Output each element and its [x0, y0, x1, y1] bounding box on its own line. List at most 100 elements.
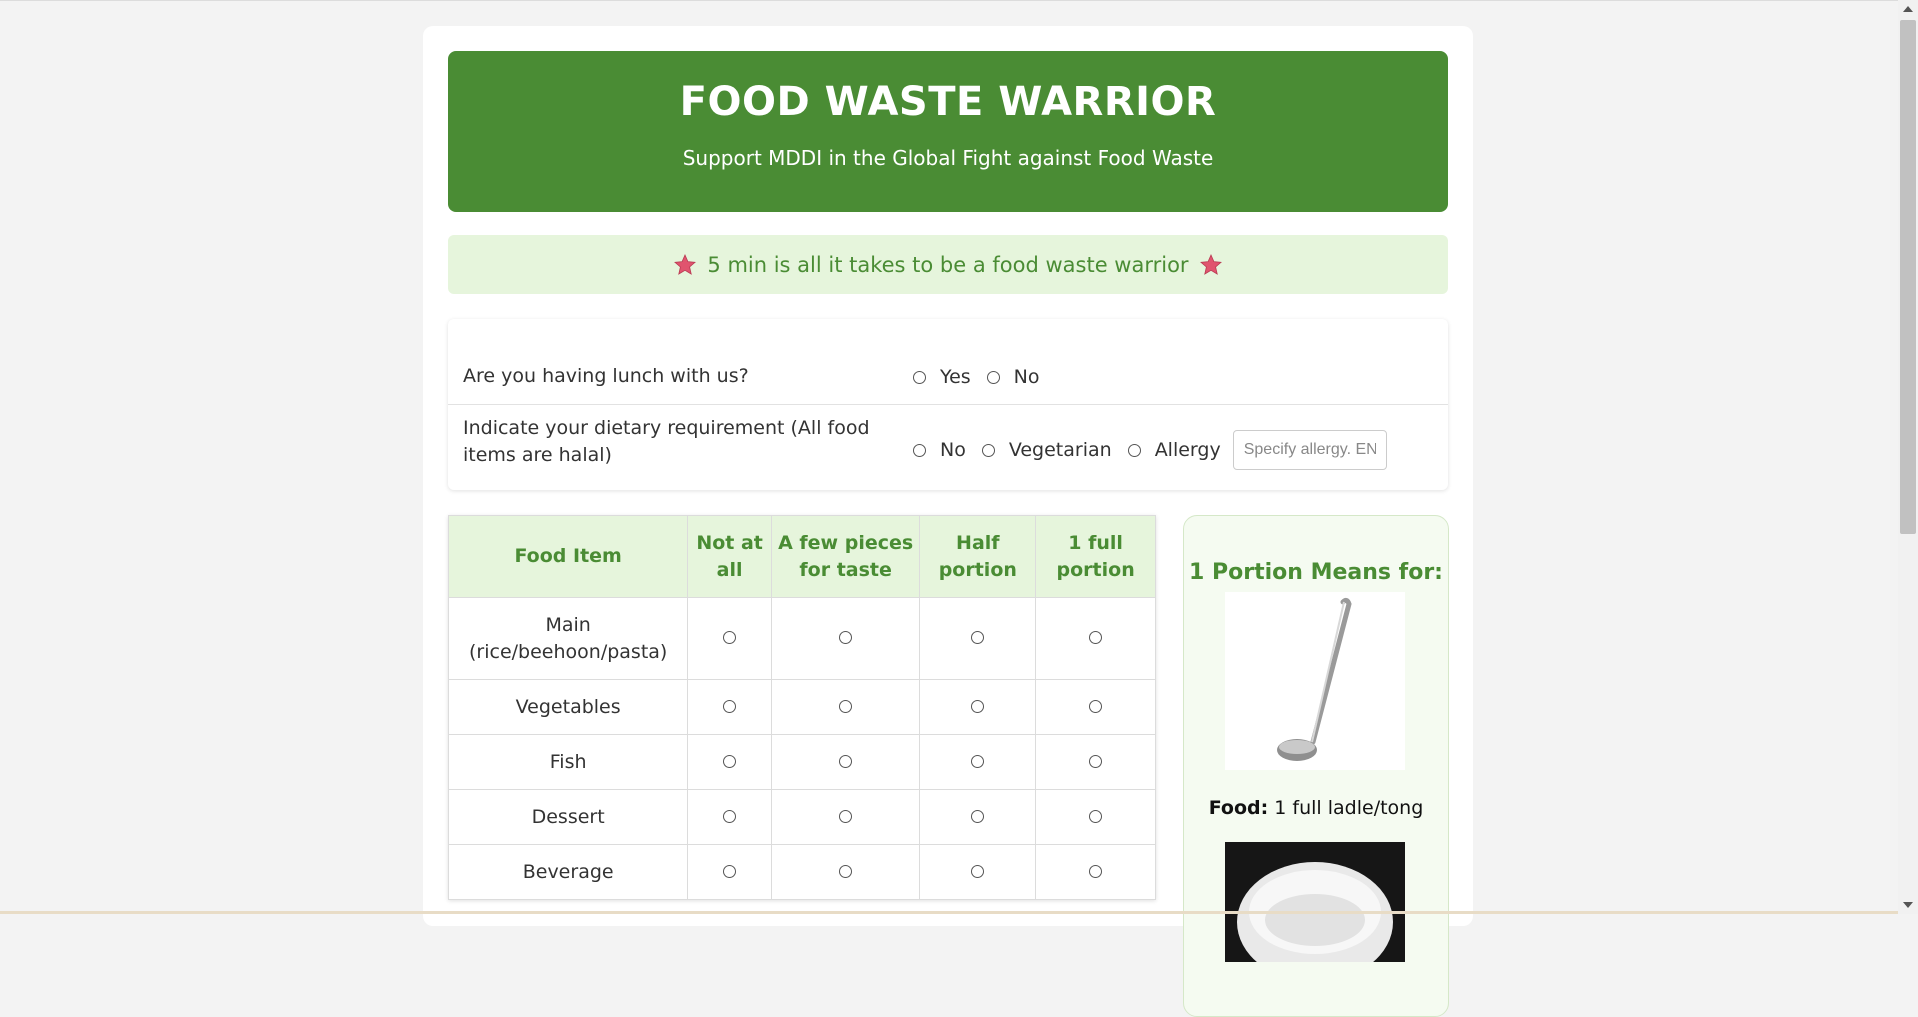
food-item-vegetables: Vegetables: [447, 679, 689, 735]
food-item-main: Main (rice/beehoon/pasta): [447, 597, 689, 680]
portion-radio[interactable]: [971, 631, 985, 644]
cell-radio[interactable]: [687, 597, 772, 680]
portion-radio[interactable]: [723, 809, 737, 823]
lunch-yes-label: Yes: [940, 366, 971, 388]
portion-radio[interactable]: [839, 864, 853, 878]
header-few-pieces: A few pieces for taste: [770, 515, 921, 598]
lunch-question-row: Are you having lunch with us? Yes No: [448, 319, 1448, 405]
dietary-no-radio[interactable]: [913, 443, 926, 457]
portion-radio[interactable]: [971, 864, 985, 878]
portion-radio[interactable]: [839, 631, 853, 644]
portion-table-wrap: Food Item Not at all A few pieces for ta…: [447, 515, 1156, 900]
dietary-allergy-option[interactable]: Allergy: [1127, 439, 1221, 461]
portion-radio[interactable]: [971, 699, 985, 713]
table-row: Fish: [447, 734, 1156, 790]
cell-radio[interactable]: [1035, 789, 1156, 845]
header-not-at-all: Not at all: [687, 515, 772, 598]
portion-radio[interactable]: [839, 699, 853, 713]
survey-card: FOOD WASTE WARRIOR Support MDDI in the G…: [423, 26, 1473, 1017]
ladle-image: [1225, 592, 1405, 770]
lunch-question-label: Are you having lunch with us?: [463, 365, 749, 387]
header-food-item: Food Item: [447, 515, 689, 598]
header-half-portion: Half portion: [919, 515, 1037, 598]
cell-radio[interactable]: [919, 844, 1037, 900]
cell-radio[interactable]: [687, 679, 772, 735]
food-item-fish: Fish: [447, 734, 689, 790]
scrollbar-thumb[interactable]: [1900, 20, 1916, 534]
cell-radio[interactable]: [1035, 844, 1156, 900]
portion-radio[interactable]: [723, 631, 737, 644]
cell-radio[interactable]: [770, 679, 921, 735]
scroll-up-arrow-icon[interactable]: [1903, 6, 1913, 12]
cell-radio[interactable]: [770, 597, 921, 680]
dietary-options: No Vegetarian Allergy: [913, 430, 1387, 470]
info-banner: 5 min is all it takes to be a food waste…: [448, 235, 1448, 294]
cell-radio[interactable]: [687, 789, 772, 845]
table-row: Main (rice/beehoon/pasta): [447, 597, 1156, 680]
header-banner: FOOD WASTE WARRIOR Support MDDI in the G…: [448, 51, 1448, 212]
portion-radio[interactable]: [1089, 754, 1103, 768]
portion-radio[interactable]: [723, 754, 737, 768]
portion-food-text: Food: 1 full ladle/tong: [1184, 797, 1448, 819]
questions-box: Are you having lunch with us? Yes No Ind…: [448, 319, 1448, 490]
dietary-question-row: Indicate your dietary requirement (All f…: [448, 405, 1448, 490]
dietary-allergy-radio[interactable]: [1127, 443, 1141, 457]
lunch-no-radio[interactable]: [986, 370, 1000, 384]
cell-radio[interactable]: [1035, 734, 1156, 790]
food-item-beverage: Beverage: [447, 844, 689, 900]
lunch-no-label: No: [1013, 366, 1040, 388]
dietary-allergy-label: Allergy: [1154, 439, 1221, 461]
table-row: Vegetables: [447, 679, 1156, 735]
portion-radio[interactable]: [971, 809, 985, 823]
lunch-no-option[interactable]: No: [986, 366, 1040, 388]
banner-text: 5 min is all it takes to be a food waste…: [707, 252, 1189, 277]
cell-radio[interactable]: [1035, 597, 1156, 680]
portion-radio[interactable]: [971, 754, 985, 768]
portion-radio[interactable]: [723, 864, 737, 878]
header-full-portion: 1 full portion: [1035, 515, 1156, 598]
portion-radio[interactable]: [1089, 631, 1103, 644]
food-label: Food:: [1208, 797, 1269, 819]
food-description: 1 full ladle/tong: [1274, 797, 1424, 819]
vertical-scrollbar[interactable]: [1898, 0, 1918, 914]
lunch-yes-radio[interactable]: [913, 370, 926, 384]
cell-radio[interactable]: [687, 844, 772, 900]
table-row: Beverage: [447, 844, 1156, 900]
portion-radio[interactable]: [1089, 809, 1103, 823]
portion-radio[interactable]: [1089, 864, 1103, 878]
page-title: FOOD WASTE WARRIOR: [679, 79, 1217, 125]
dietary-question-label: Indicate your dietary requirement (All f…: [463, 417, 870, 466]
portion-radio[interactable]: [839, 809, 853, 823]
cell-radio[interactable]: [687, 734, 772, 790]
page-subtitle: Support MDDI in the Global Fight against…: [682, 146, 1214, 170]
cell-radio[interactable]: [770, 734, 921, 790]
star-icon: [674, 253, 697, 275]
portion-radio[interactable]: [839, 754, 853, 768]
cell-radio[interactable]: [919, 597, 1037, 680]
dietary-vegetarian-label: Vegetarian: [1008, 439, 1112, 461]
dietary-vegetarian-option[interactable]: Vegetarian: [981, 439, 1112, 461]
portion-info-title: 1 Portion Means for:: [1189, 560, 1443, 585]
cell-radio[interactable]: [770, 789, 921, 845]
food-item-dessert: Dessert: [447, 789, 689, 845]
dietary-vegetarian-radio[interactable]: [981, 443, 995, 457]
scroll-down-arrow-icon[interactable]: [1903, 902, 1913, 908]
portion-info-panel: 1 Portion Means for: Food: 1 full ladle/…: [1183, 515, 1449, 1017]
cell-radio[interactable]: [770, 844, 921, 900]
dietary-no-option[interactable]: No: [913, 439, 966, 461]
cell-radio[interactable]: [919, 789, 1037, 845]
bowl-image: [1225, 842, 1405, 962]
portion-radio[interactable]: [1089, 699, 1103, 713]
bowl-icon: [1237, 862, 1393, 962]
lunch-yes-option[interactable]: Yes: [913, 366, 971, 388]
portion-radio[interactable]: [723, 699, 737, 713]
portion-table: Food Item Not at all A few pieces for ta…: [447, 515, 1156, 900]
cell-radio[interactable]: [919, 679, 1037, 735]
table-row: Dessert: [447, 789, 1156, 845]
cell-radio[interactable]: [1035, 679, 1156, 735]
browser-top-border: [0, 0, 1898, 1]
cell-radio[interactable]: [919, 734, 1037, 790]
lunch-options: Yes No: [913, 366, 1056, 388]
dietary-no-label: No: [940, 439, 966, 461]
allergy-input[interactable]: [1232, 430, 1387, 470]
